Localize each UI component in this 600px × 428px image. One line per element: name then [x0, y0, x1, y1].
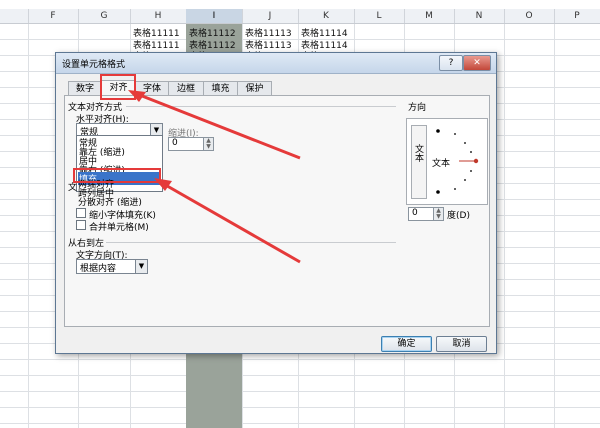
column-header-f[interactable]: F — [28, 9, 79, 23]
cancel-button[interactable]: 取消 — [436, 336, 487, 352]
indent-value: 0 — [172, 138, 178, 148]
column-header-n[interactable]: N — [454, 9, 505, 23]
orientation-box[interactable]: 文本 文本 — [406, 118, 488, 205]
tab-fill[interactable]: 填充 — [203, 81, 238, 96]
degrees-spinner[interactable]: 0 ▲ ▼ — [408, 207, 444, 221]
ok-button[interactable]: 确定 — [381, 336, 432, 352]
column-header-blank — [0, 9, 29, 23]
shrink-to-fit-checkbox[interactable] — [76, 208, 86, 218]
column-headers: F G H I J K L M N O P — [0, 9, 600, 24]
degrees-value: 0 — [412, 208, 418, 218]
close-button[interactable]: ✕ — [463, 55, 491, 71]
column-header-g[interactable]: G — [78, 9, 131, 23]
annotation-box-fill — [73, 168, 161, 183]
vertical-text-toggle[interactable]: 文本 — [411, 125, 427, 199]
degrees-label: 度(D) — [447, 211, 470, 221]
column-header-m[interactable]: M — [404, 9, 455, 23]
dialog-title: 设置单元格格式 — [62, 60, 126, 70]
text-direction-value: 根据内容 — [80, 264, 117, 274]
vertical-text-label: 文本 — [413, 144, 423, 162]
indent-spinner[interactable]: 0 ▲ ▼ — [168, 137, 214, 151]
spinner-arrows-icon[interactable]: ▲ ▼ — [433, 208, 443, 220]
dialog-titlebar[interactable]: 设置单元格格式 ? ✕ — [56, 53, 496, 74]
tab-number[interactable]: 数字 — [68, 81, 102, 96]
column-header-h[interactable]: H — [130, 9, 187, 23]
column-header-k[interactable]: K — [298, 9, 355, 23]
tab-border[interactable]: 边框 — [168, 81, 204, 96]
merge-cells-checkbox[interactable] — [76, 220, 86, 230]
column-header-j[interactable]: J — [242, 9, 299, 23]
chevron-down-icon[interactable]: ▼ — [135, 260, 147, 273]
orientation-group-label: 方向 — [408, 103, 427, 113]
merge-cells-label: 合并单元格(M) — [89, 223, 149, 233]
tab-font[interactable]: 字体 — [135, 81, 169, 96]
spinner-arrows-icon[interactable]: ▲ ▼ — [203, 138, 213, 150]
text-direction-select[interactable]: 根据内容 ▼ — [76, 259, 148, 274]
help-button[interactable]: ? — [439, 55, 463, 71]
column-header-i[interactable]: I — [186, 9, 243, 23]
annotation-box-tab — [100, 74, 136, 100]
column-header-p[interactable]: P — [554, 9, 600, 23]
tab-protection[interactable]: 保护 — [237, 81, 272, 96]
column-header-l[interactable]: L — [354, 9, 405, 23]
orientation-text-label: 文本 — [432, 159, 451, 169]
option-distributed[interactable]: 分散对齐 (缩进) — [78, 195, 142, 208]
column-header-o[interactable]: O — [504, 9, 555, 23]
